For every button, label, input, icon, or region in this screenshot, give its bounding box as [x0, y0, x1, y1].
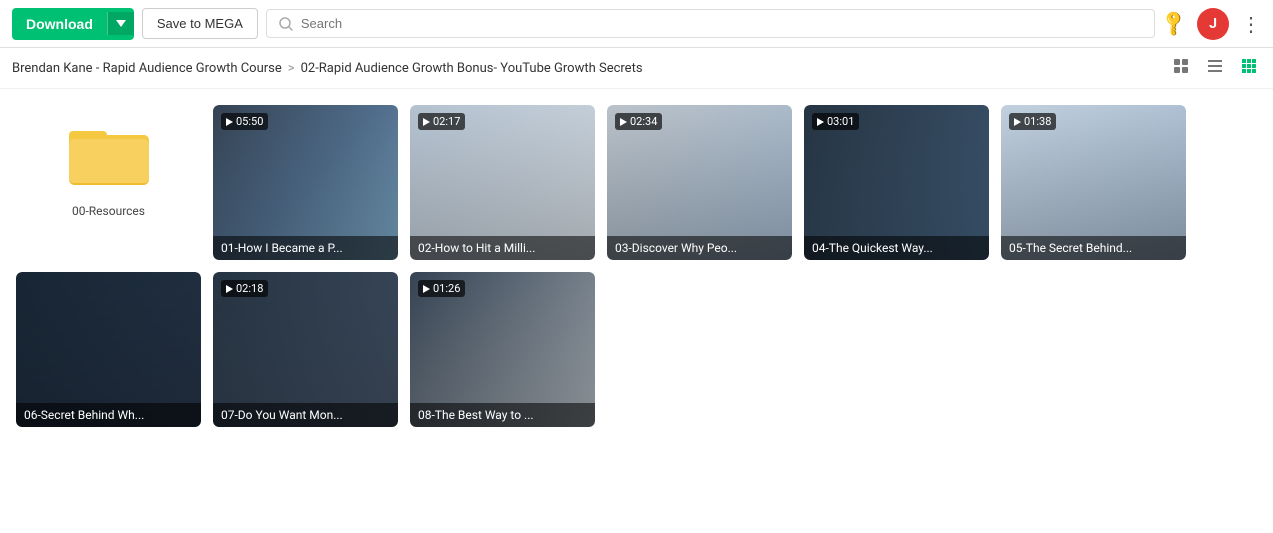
- duration-text: 01:26: [433, 282, 460, 295]
- duration-badge: 02:34: [615, 113, 662, 130]
- search-bar: [266, 9, 1155, 38]
- save-to-mega-button[interactable]: Save to MEGA: [142, 8, 258, 39]
- breadcrumb-current: 02-Rapid Audience Growth Bonus- YouTube …: [301, 61, 643, 76]
- video-item[interactable]: 03:01 04-The Quickest Way...: [804, 105, 989, 260]
- key-icon: 🔑: [1158, 8, 1189, 39]
- thumbnail: 05:50 01-How I Became a P...: [213, 105, 398, 260]
- duration-text: 02:17: [433, 115, 460, 128]
- thumbnail: 02:17 02-How to Hit a Milli...: [410, 105, 595, 260]
- thumbnail: 02:18 07-Do You Want Mon...: [213, 272, 398, 427]
- duration-badge: 05:50: [221, 113, 268, 130]
- file-label: 02-How to Hit a Milli...: [410, 236, 595, 260]
- thumbnail: 01:26 08-The Best Way to ...: [410, 272, 595, 427]
- app-header: Download Save to MEGA 🔑 J ⋮: [0, 0, 1273, 48]
- folder-item[interactable]: 00-Resources: [16, 105, 201, 260]
- video-item[interactable]: 01:26 08-The Best Way to ...: [410, 272, 595, 427]
- play-icon: [620, 118, 627, 126]
- video-item[interactable]: 02:34 03-Discover Why Peo...: [607, 105, 792, 260]
- duration-badge: 02:17: [418, 113, 465, 130]
- duration-badge: 01:38: [1009, 113, 1056, 130]
- duration-text: 01:38: [1024, 115, 1051, 128]
- download-arrow[interactable]: [107, 12, 134, 35]
- play-icon: [226, 285, 233, 293]
- duration-badge: 02:18: [221, 280, 268, 297]
- thumbnail: 02:34 03-Discover Why Peo...: [607, 105, 792, 260]
- search-icon: [279, 17, 293, 31]
- breadcrumb: Brendan Kane - Rapid Audience Growth Cou…: [0, 48, 1273, 89]
- image-view-icon[interactable]: [1169, 56, 1193, 80]
- video-item[interactable]: 01:38 05-The Secret Behind...: [1001, 105, 1186, 260]
- list-view-icon[interactable]: [1203, 56, 1227, 80]
- file-label: 04-The Quickest Way...: [804, 236, 989, 260]
- breadcrumb-parent[interactable]: Brendan Kane - Rapid Audience Growth Cou…: [12, 61, 282, 76]
- file-label: 07-Do You Want Mon...: [213, 403, 398, 427]
- more-options-icon[interactable]: ⋮: [1241, 12, 1261, 36]
- breadcrumb-separator: >: [288, 61, 295, 76]
- thumbnail: 03:01 04-The Quickest Way...: [804, 105, 989, 260]
- file-label: 06-Secret Behind Wh...: [16, 403, 201, 427]
- download-label: Download: [12, 8, 107, 40]
- play-icon: [817, 118, 824, 126]
- play-icon: [226, 118, 233, 126]
- duration-badge: 01:26: [418, 280, 465, 297]
- file-label: 01-How I Became a P...: [213, 236, 398, 260]
- play-icon: [423, 285, 430, 293]
- file-label: 03-Discover Why Peo...: [607, 236, 792, 260]
- duration-text: 05:50: [236, 115, 263, 128]
- thumbnail: 06-Secret Behind Wh...: [16, 272, 201, 427]
- grid-view-icon[interactable]: [1237, 56, 1261, 80]
- play-icon: [1014, 118, 1021, 126]
- header-right: 🔑 J ⋮: [1163, 8, 1261, 40]
- file-label: 08-The Best Way to ...: [410, 403, 595, 427]
- breadcrumb-actions: [1169, 56, 1261, 80]
- duration-text: 02:18: [236, 282, 263, 295]
- file-label: 05-The Secret Behind...: [1001, 236, 1186, 260]
- download-button[interactable]: Download: [12, 8, 134, 40]
- file-grid: 00-Resources 05:50 01-How I Became a P..…: [0, 89, 1273, 443]
- video-item[interactable]: 02:18 07-Do You Want Mon...: [213, 272, 398, 427]
- folder-icon: [69, 121, 149, 196]
- thumbnail: 01:38 05-The Secret Behind...: [1001, 105, 1186, 260]
- video-item[interactable]: 05:50 01-How I Became a P...: [213, 105, 398, 260]
- duration-badge: 03:01: [812, 113, 859, 130]
- play-icon: [423, 118, 430, 126]
- duration-text: 02:34: [630, 115, 657, 128]
- avatar[interactable]: J: [1197, 8, 1229, 40]
- folder-label: 00-Resources: [72, 204, 145, 218]
- duration-text: 03:01: [827, 115, 854, 128]
- video-item[interactable]: 06-Secret Behind Wh...: [16, 272, 201, 427]
- video-item[interactable]: 02:17 02-How to Hit a Milli...: [410, 105, 595, 260]
- search-input[interactable]: [301, 16, 1142, 31]
